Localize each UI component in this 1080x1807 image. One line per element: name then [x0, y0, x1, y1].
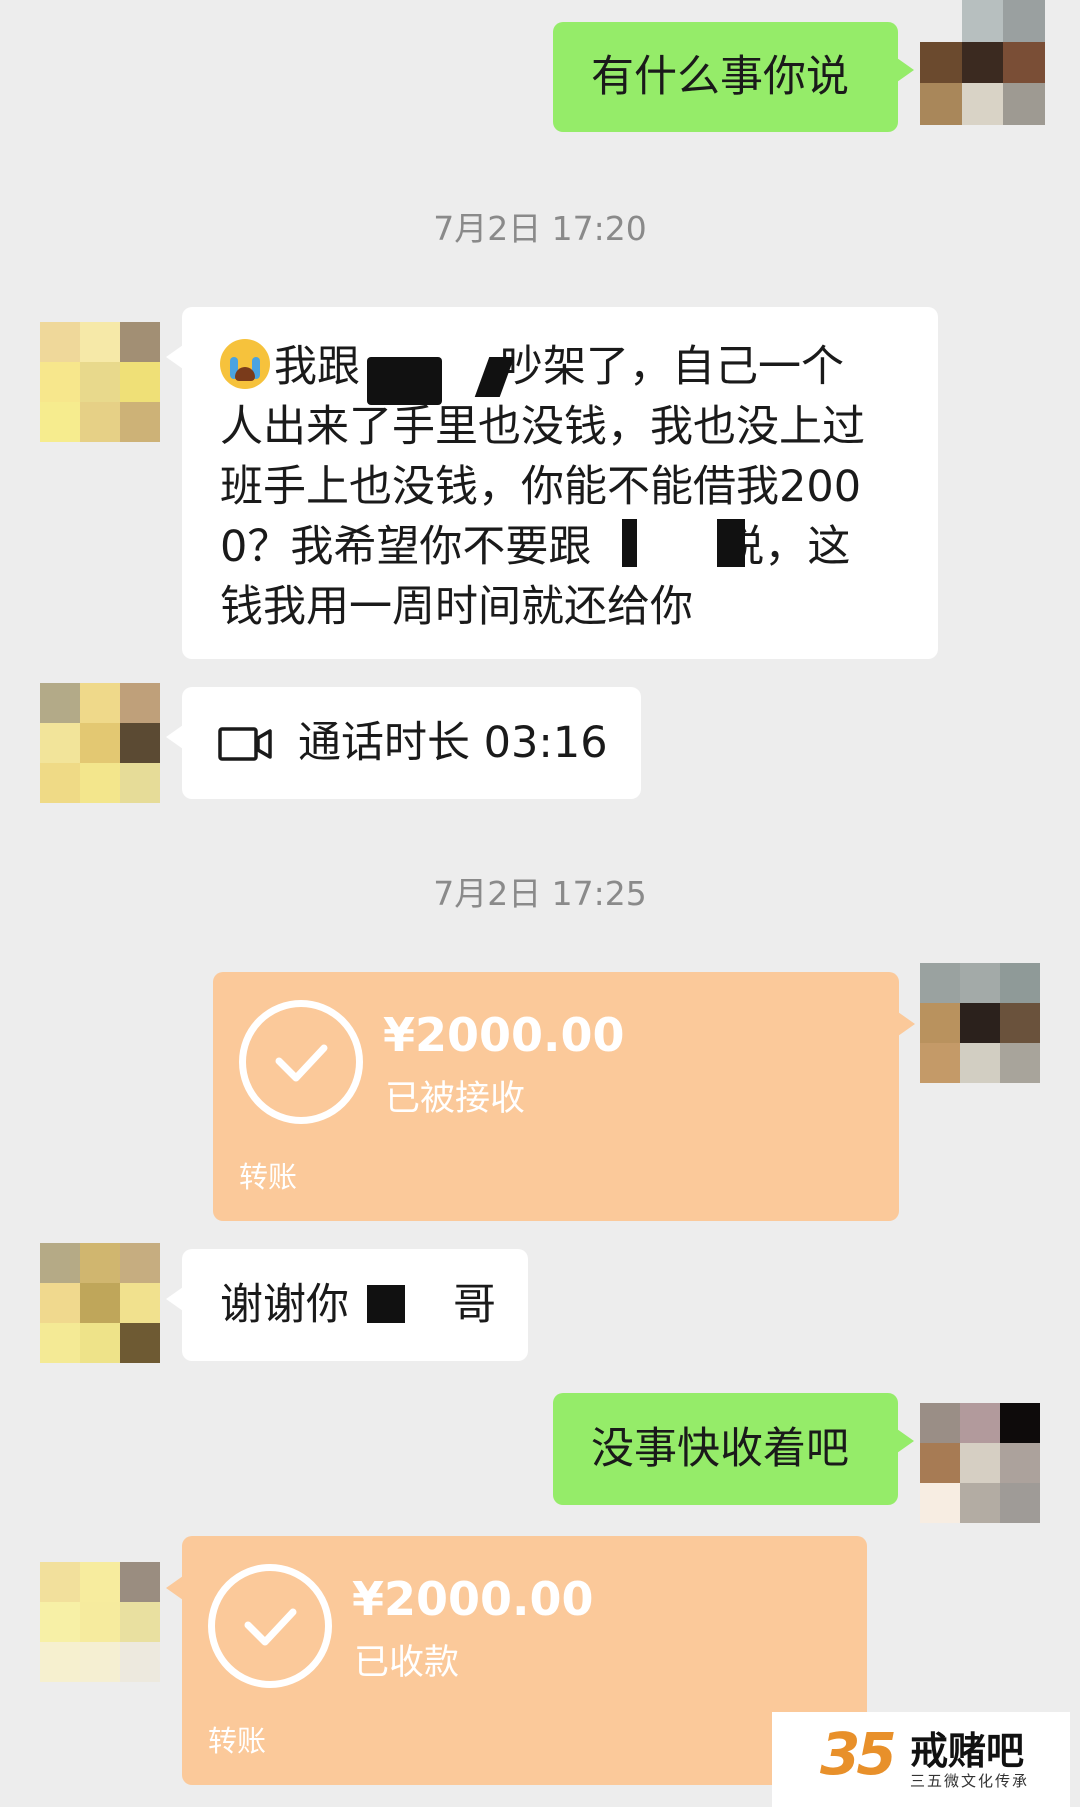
message-bubble-incoming[interactable]: 我跟 吵架了，自己一个 人出来了手里也没钱，我也没上过 班手上也没钱，你能不能借我… [166, 307, 938, 659]
call-duration: 通话时长 03:16 [298, 718, 608, 768]
avatar-contact[interactable] [40, 1243, 160, 1363]
message-text: 钱我用一周时间就还给你 [220, 582, 693, 632]
avatar-contact[interactable] [40, 1562, 160, 1682]
video-call-record[interactable]: 通话时长 03:16 [166, 687, 641, 799]
message-bubble-incoming[interactable]: 谢谢你 哥 [166, 1249, 528, 1361]
redaction [622, 519, 637, 567]
check-circle-icon [239, 1000, 363, 1124]
redaction [717, 519, 745, 567]
message-text: 班手上也没钱，你能不能借我200 [220, 462, 862, 512]
transfer-label: 转账 [208, 1724, 267, 1758]
transfer-status: 已收款 [354, 1643, 460, 1683]
redaction [367, 1285, 405, 1323]
message-text: 0？我希望你不要跟 [220, 522, 592, 572]
avatar-me[interactable] [920, 0, 1045, 125]
logo-number: 35 [820, 1720, 897, 1788]
redaction [367, 357, 442, 405]
transfer-amount: ¥2000.00 [383, 1008, 625, 1062]
message-text: 谢谢你 [220, 1280, 349, 1330]
avatar-me[interactable] [920, 1403, 1040, 1523]
message-text: 人出来了手里也没钱，我也没上过 [220, 402, 865, 452]
transfer-card-sent[interactable]: ¥2000.00 已被接收 转账 [213, 972, 915, 1221]
crying-face-emoji [220, 339, 270, 389]
message-text: 我跟 [274, 342, 360, 392]
message-text: 没事快收着吧 [591, 1424, 849, 1474]
message-text: 有什么事你说 [591, 52, 849, 102]
watermark-logo: 35 戒赌吧 三五微文化传承 [772, 1712, 1070, 1807]
message-text: 吵架了，自己一个 [500, 342, 844, 392]
avatar-me[interactable] [920, 963, 1040, 1083]
transfer-amount: ¥2000.00 [352, 1572, 594, 1626]
video-camera-icon [218, 718, 272, 761]
transfer-status: 已被接收 [385, 1079, 526, 1119]
message-bubble-outgoing[interactable]: 没事快收着吧 [553, 1393, 914, 1505]
timestamp: 7月2日 17:25 [433, 874, 647, 913]
avatar-contact[interactable] [40, 683, 160, 803]
timestamp: 7月2日 17:20 [433, 209, 647, 248]
message-text: 哥 [453, 1280, 496, 1330]
transfer-label: 转账 [239, 1160, 298, 1194]
logo-subtitle: 三五微文化传承 [910, 1772, 1030, 1790]
message-bubble-outgoing[interactable]: 有什么事你说 [553, 22, 914, 132]
check-circle-icon [208, 1564, 332, 1688]
logo-brand: 戒赌吧 [910, 1729, 1025, 1773]
transfer-card-received[interactable]: ¥2000.00 已收款 转账 [166, 1536, 867, 1785]
avatar-contact[interactable] [40, 322, 160, 442]
